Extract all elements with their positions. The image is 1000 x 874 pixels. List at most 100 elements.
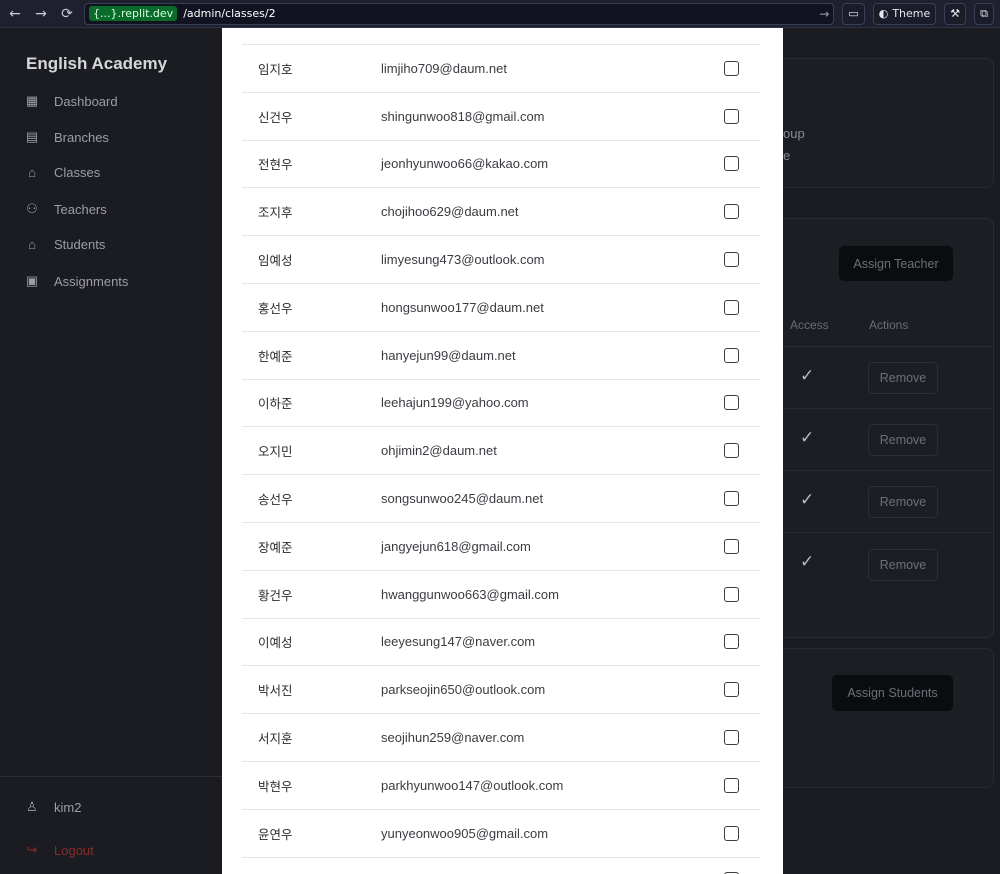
reload-icon[interactable]: ⟳ xyxy=(58,6,76,22)
student-row[interactable]: 조지후 chojihoo629@daum.net xyxy=(242,187,760,235)
username: kim2 xyxy=(54,799,82,815)
student-email: shingunwoo818@gmail.com xyxy=(381,108,545,124)
student-row[interactable]: 이예성 leeyesung147@naver.com xyxy=(242,617,760,666)
student-name: 윤연우 xyxy=(258,826,293,842)
assign-students-modal: 임지호 limjiho709@daum.net 신건우 shingunwoo818@g… xyxy=(222,28,783,874)
student-email: leeyesung147@naver.com xyxy=(381,634,536,650)
student-select-checkbox[interactable] xyxy=(724,730,739,746)
student-name: 황건우 xyxy=(258,587,293,603)
student-select-checkbox[interactable] xyxy=(724,347,739,363)
clipboard-icon: ▣ xyxy=(25,273,39,288)
remove-button[interactable]: Remove xyxy=(868,486,938,518)
row-divider xyxy=(752,470,994,471)
student-row[interactable]: 이하준 leehajun199@yahoo.com xyxy=(242,378,760,427)
users-icon: ⚇ xyxy=(26,201,38,216)
student-select-checkbox[interactable] xyxy=(724,491,739,507)
sidebar-divider xyxy=(0,776,222,777)
student-row[interactable]: 장예준 jangyejun618@gmail.com xyxy=(242,521,760,570)
sidebar-item-label: Dashboard xyxy=(54,93,118,109)
student-select-checkbox[interactable] xyxy=(724,825,739,841)
student-select-checkbox[interactable] xyxy=(724,443,739,459)
sidebar-item-dashboard[interactable]: ▦ Dashboard xyxy=(24,93,118,109)
remove-button[interactable]: Remove xyxy=(868,549,938,581)
assign-students-button[interactable]: Assign Students xyxy=(832,675,953,711)
dashboard-icon: ▦ xyxy=(25,93,39,108)
student-select-checkbox[interactable] xyxy=(724,60,739,76)
student-email: hanyejun99@daum.net xyxy=(381,347,516,363)
student-row[interactable] xyxy=(242,856,760,874)
sidebar-item-assignments[interactable]: ▣ Assignments xyxy=(24,273,129,289)
class-info-card xyxy=(752,58,994,188)
student-select-checkbox[interactable] xyxy=(724,299,739,315)
student-name: 이예성 xyxy=(258,635,293,651)
student-row[interactable]: 박서진 parkseojin650@outlook.com xyxy=(242,665,760,713)
student-select-checkbox[interactable] xyxy=(724,156,739,172)
go-arrow-icon[interactable]: → xyxy=(819,7,829,21)
student-row[interactable]: 오지민 ohjimin2@daum.net xyxy=(242,426,760,474)
open-external-button[interactable]: ⧉ xyxy=(974,2,994,25)
student-list: 임지호 limjiho709@daum.net 신건우 shingunwoo818@g… xyxy=(242,44,760,874)
sidebar-item-teachers[interactable]: ⚇ Teachers xyxy=(24,201,107,217)
student-row[interactable]: 윤연우 yunyeonwoo905@gmail.com xyxy=(242,808,760,857)
url-path[interactable]: /admin/classes/2 xyxy=(183,7,813,20)
student-select-checkbox[interactable] xyxy=(724,586,739,602)
logout-button[interactable]: ↪ Logout xyxy=(24,842,94,858)
devices-button[interactable]: ▭ xyxy=(842,2,865,25)
student-name: 신건우 xyxy=(258,109,293,125)
student-name: 홍선우 xyxy=(258,300,293,316)
sidebar-item-label: Branches xyxy=(54,129,109,145)
remove-button[interactable]: Remove xyxy=(868,424,938,456)
row-divider xyxy=(752,346,994,347)
sidebar-item-label: Students xyxy=(54,237,106,252)
forward-arrow-icon[interactable]: → xyxy=(32,6,50,22)
student-row[interactable]: 박현우 parkhyunwoo147@outlook.com xyxy=(242,760,760,809)
user-profile[interactable]: ♙ kim2 xyxy=(24,799,81,815)
monitor-icon: ▭ xyxy=(848,7,859,20)
student-row[interactable]: 임예성 limyesung473@outlook.com xyxy=(242,235,760,283)
address-bar[interactable]: {...}.replit.dev /admin/classes/2 → xyxy=(84,2,835,25)
sidebar-item-label: Assignments xyxy=(54,273,129,289)
check-icon: ✓ xyxy=(800,552,815,572)
student-select-checkbox[interactable] xyxy=(724,252,739,268)
back-arrow-icon[interactable]: ← xyxy=(6,6,24,22)
student-row[interactable]: 전현우 jeonhyunwoo66@kakao.com xyxy=(242,139,760,188)
student-select-checkbox[interactable] xyxy=(724,108,739,124)
check-icon: ✓ xyxy=(800,428,815,448)
wrench-icon: ⚒ xyxy=(950,7,961,20)
info-text-fragment: e xyxy=(783,148,791,163)
remove-button[interactable]: Remove xyxy=(868,362,938,394)
student-row[interactable]: 신건우 shingunwoo818@gmail.com xyxy=(242,91,760,140)
student-name: 조지후 xyxy=(258,205,293,221)
sidebar-item-branches[interactable]: ▤ Branches xyxy=(24,129,109,145)
student-select-checkbox[interactable] xyxy=(724,395,739,411)
student-name: 임지호 xyxy=(258,61,293,77)
tools-button[interactable]: ⚒ xyxy=(944,2,967,25)
student-name: 임예성 xyxy=(258,253,293,269)
sidebar: English Academy ▦ Dashboard ▤ Branches ⌂… xyxy=(0,28,222,874)
row-divider xyxy=(752,408,994,409)
student-select-checkbox[interactable] xyxy=(724,634,739,650)
browser-toolbar: ← → ⟳ {...}.replit.dev /admin/classes/2 … xyxy=(0,0,1000,28)
sidebar-item-label: Classes xyxy=(54,165,101,180)
student-row[interactable]: 홍선우 hongsunwoo177@daum.net xyxy=(242,282,760,331)
student-row[interactable]: 한예준 hanyejun99@daum.net xyxy=(242,330,760,379)
student-email: seojihun259@naver.com xyxy=(381,730,525,746)
sidebar-item-students[interactable]: ⌂ Students xyxy=(24,237,105,252)
student-email: jeonhyunwoo66@kakao.com xyxy=(381,156,549,172)
column-header-actions: Actions xyxy=(869,318,909,332)
student-row[interactable]: 임지호 limjiho709@daum.net xyxy=(242,44,760,92)
theme-button[interactable]: ◐ Theme xyxy=(872,2,937,25)
assign-teacher-button[interactable]: Assign Teacher xyxy=(839,246,953,281)
student-row[interactable]: 황건우 hwanggunwoo663@gmail.com xyxy=(242,569,760,618)
sidebar-item-classes[interactable]: ⌂ Classes xyxy=(24,165,100,180)
student-select-checkbox[interactable] xyxy=(724,204,739,220)
student-select-checkbox[interactable] xyxy=(724,538,739,554)
column-header-access: Access xyxy=(790,318,829,332)
student-row[interactable]: 송선우 songsunwoo245@daum.net xyxy=(242,474,760,522)
graduation-cap-icon: ⌂ xyxy=(28,165,36,180)
student-email: jangyejun618@gmail.com xyxy=(381,538,531,554)
students-card xyxy=(752,648,994,788)
student-select-checkbox[interactable] xyxy=(724,682,739,698)
student-select-checkbox[interactable] xyxy=(724,777,739,793)
student-row[interactable]: 서지훈 seojihun259@naver.com xyxy=(242,713,760,761)
